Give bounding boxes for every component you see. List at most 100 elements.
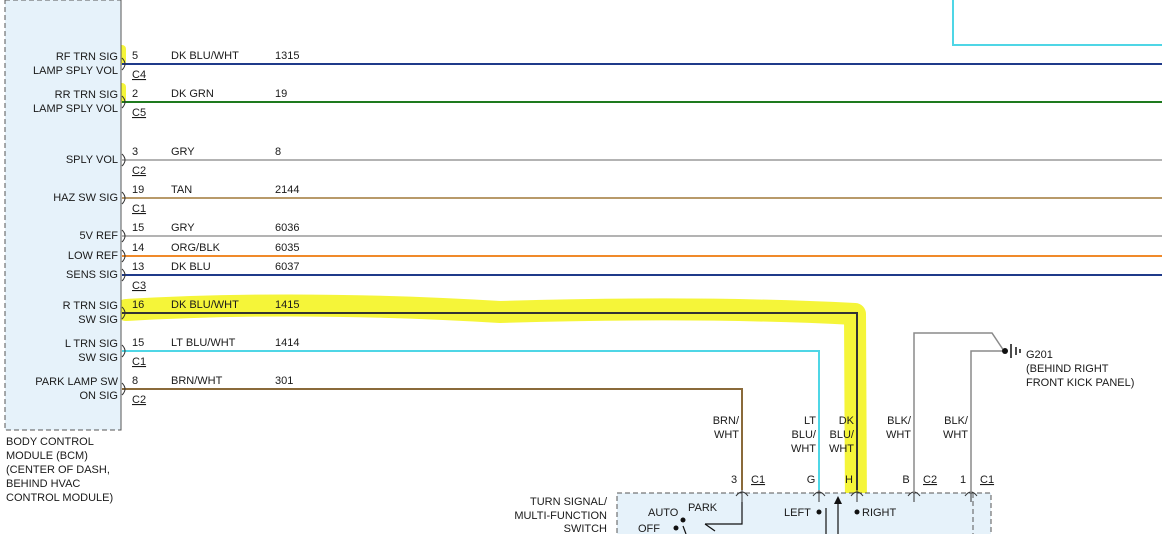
circuit-number: 1315 [275,50,299,62]
circuit-number: 2144 [275,184,299,196]
wire-color-label: TAN [171,184,192,196]
switch-wire-color: LT [804,415,816,427]
switch-wire-color: WHT [791,443,816,455]
wire-layer [122,63,1162,490]
bcm-circuit-label: PARK LAMP SW [35,376,118,388]
circuit-number: 1415 [275,299,299,311]
switch-pin-label: H [845,474,853,486]
switch-pin-label: 1 [960,474,966,486]
bcm-circuit-label: HAZ SW SIG [53,192,118,204]
wire-color-label: DK GRN [171,88,214,100]
bcm-connector-id: C1 [132,356,146,368]
wire-color-label: ORG/BLK [171,242,221,254]
switch-title-line-1: TURN SIGNAL/ [530,496,608,508]
switch-title-line-3: SWITCH [564,523,607,534]
circuit-number: 8 [275,146,281,158]
circuit-number: 1414 [275,337,299,349]
bcm-connector-id: C4 [132,69,146,81]
pin-number: 13 [132,261,144,273]
bcm-circuit-label: LAMP SPLY VOL [33,103,118,115]
bcm-name-line-1: BODY CONTROL [6,436,94,448]
circuit-number: 6035 [275,242,299,254]
bcm-circuit-label: 5V REF [79,230,118,242]
switch-wire-color: BRN/ [713,415,740,427]
switch-position-park: PARK [688,502,718,514]
wire-color-label: LT BLU/WHT [171,337,236,349]
bcm-circuit-label: SW SIG [78,352,118,364]
bcm-name-line-3: (CENTER OF DASH, [6,464,110,476]
pin-number: 16 [132,299,144,311]
switch-position-off: OFF [638,523,660,534]
bcm-circuit-label: SW SIG [78,314,118,326]
bcm-connector-id: C5 [132,107,146,119]
wire-color-label: DK BLU [171,261,211,273]
pin-number: 8 [132,375,138,387]
bcm-circuit-label: L TRN SIG [65,338,118,350]
wire-color-label: GRY [171,222,195,234]
pin-number: 15 [132,222,144,234]
switch-contact-right [854,509,860,515]
switch-wire-color: WHT [714,429,739,441]
bcm-circuit-label: RF TRN SIG [56,51,118,63]
bcm-circuit-label: RR TRN SIG [55,89,118,101]
pin-number: 2 [132,88,138,100]
pin-number: 15 [132,337,144,349]
bcm-circuit-label: ON SIG [79,390,118,402]
bcm-circuit-label: SENS SIG [66,269,118,281]
wire-color-label: DK BLU/WHT [171,299,239,311]
switch-contact-auto [680,517,686,523]
pin-number: 14 [132,242,144,254]
switch-connector-id: C1 [751,474,765,486]
wire-color-label: GRY [171,146,195,158]
switch-pin-label: G [807,474,816,486]
switch-wire-color: WHT [886,429,911,441]
circuit-number: 6036 [275,222,299,234]
switch-position-right: RIGHT [862,507,897,519]
pin-number: 19 [132,184,144,196]
switch-position-left: LEFT [784,507,811,519]
ground-wire-right [913,332,1005,493]
bcm-connector-id: C3 [132,280,146,292]
wire-circuit-301 [122,388,743,490]
wiring-diagram: 5 DK BLU/WHT 1315C4RF TRN SIGLAMP SPLY VOL… [4,0,1162,534]
bcm-circuit-label: LAMP SPLY VOL [33,65,118,77]
ground-wire-left [970,350,1004,493]
bcm-connector-id: C2 [132,165,146,177]
bcm-connector-id: C2 [132,394,146,406]
switch-wire-color: BLK/ [944,415,969,427]
top-right-wire [952,0,1162,46]
switch-wire-color: WHT [943,429,968,441]
switch-contact-off [673,525,679,531]
bcm-name-line-4: BEHIND HVAC [6,478,80,490]
circuit-number: 6037 [275,261,299,273]
ground-location-line-1: (BEHIND RIGHT [1026,363,1109,375]
switch-wire-color: WHT [829,443,854,455]
bcm-name-line-5: CONTROL MODULE) [6,492,113,504]
switch-connector-id: C1 [980,474,994,486]
wire-color-label: BRN/WHT [171,375,223,387]
switch-contact-left [816,509,822,515]
switch-pin-label: 3 [731,474,737,486]
pin-number: 3 [132,146,138,158]
switch-wire-color: BLU/ [792,429,817,441]
switch-pin-label: B [902,474,909,486]
wire-color-label: DK BLU/WHT [171,50,239,62]
circuit-number: 301 [275,375,293,387]
pin-number: 5 [132,50,138,62]
ground-id: G201 [1026,349,1053,361]
bcm-circuit-label: R TRN SIG [63,300,118,312]
switch-wire-color: BLU/ [830,429,855,441]
bcm-circuit-label: LOW REF [68,250,118,262]
highlight-r-trn-wire [115,294,867,521]
switch-title-line-2: MULTI-FUNCTION [514,510,607,522]
ground-splice-dot [1002,348,1008,354]
switch-wire-color: BLK/ [887,415,912,427]
ground-location-line-2: FRONT KICK PANEL) [1026,377,1134,389]
switch-connector-id: C2 [923,474,937,486]
circuit-number: 19 [275,88,287,100]
switch-wire-color: DK [839,415,855,427]
bcm-name-line-2: MODULE (BCM) [6,450,88,462]
switch-position-auto: AUTO [648,507,679,519]
bcm-connector-id: C1 [132,203,146,215]
bcm-circuit-label: SPLY VOL [66,154,118,166]
